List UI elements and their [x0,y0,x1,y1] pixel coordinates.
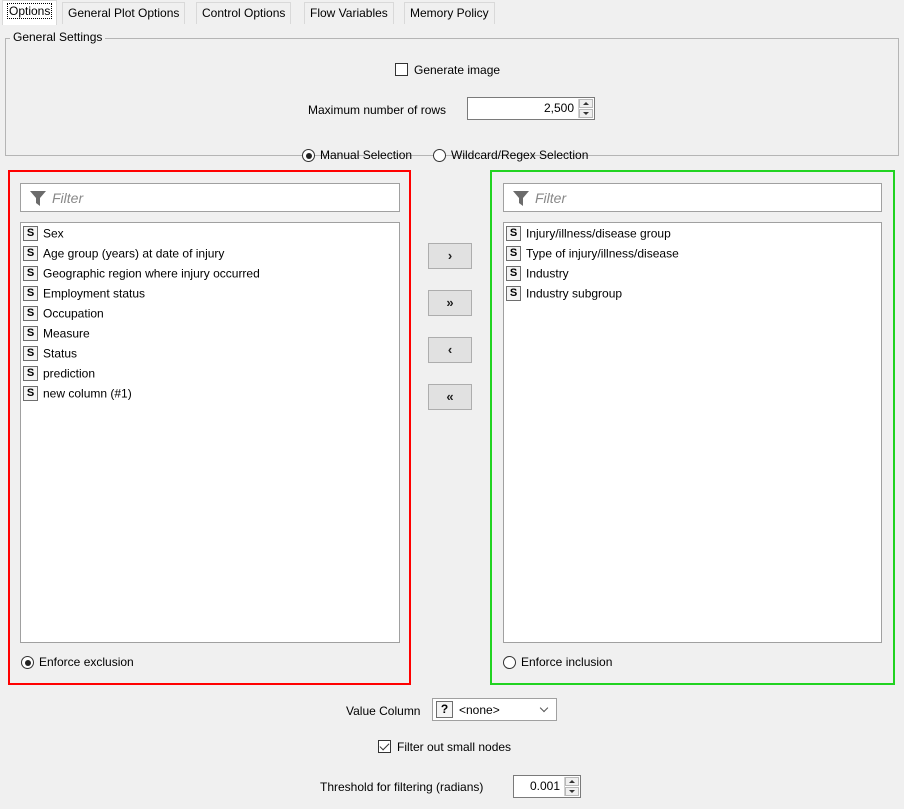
caret-down-icon[interactable] [579,109,593,118]
column-name: Age group (years) at date of injury [43,246,225,261]
tab-general-plot-options[interactable]: General Plot Options [62,2,186,24]
list-item[interactable]: S Industry [506,264,569,283]
column-name: prediction [43,366,96,381]
tab-memory-policy[interactable]: Memory Policy [404,2,495,24]
value-column-label: Value Column [346,704,421,718]
include-column-list[interactable]: S Injury/illness/disease group S Type of in… [503,222,882,643]
filter-small-nodes-label: Filter out small nodes [397,740,512,754]
caret-up-icon[interactable] [579,99,593,108]
string-type-icon: S [506,266,521,282]
include-filter-input[interactable]: Filter [503,183,882,212]
column-name: Geographic region where injury occurred [43,266,260,281]
string-type-icon: S [23,226,38,242]
list-item[interactable]: S Type of injury/illness/disease [506,244,679,263]
filter-small-nodes-checkbox[interactable] [378,740,391,753]
value-column-selected: <none> [459,703,500,717]
list-item[interactable]: S Employment status [23,284,145,303]
threshold-label: Threshold for filtering (radians) [320,780,484,794]
max-rows-spinner[interactable]: 2,500 [467,97,595,120]
wildcard-selection-radio[interactable] [433,149,446,162]
options-panel: General Settings Generate image Maximum … [0,24,904,809]
string-type-icon: S [23,306,38,322]
generate-image-checkbox[interactable] [395,63,408,76]
column-name: Status [43,346,78,361]
tab-bar: Options General Plot Options Control Opt… [0,0,904,25]
manual-selection-label: Manual Selection [320,148,413,162]
caret-up-icon[interactable] [565,777,579,786]
string-type-icon: S [23,286,38,302]
list-item[interactable]: Sprediction [23,364,95,383]
add-all-button[interactable]: » [428,290,472,316]
column-name: new column (#1) [43,386,132,401]
include-filter-placeholder: Filter [535,190,567,206]
wildcard-selection-label: Wildcard/Regex Selection [451,148,589,162]
string-type-icon: S [23,266,38,282]
manual-selection-radio[interactable] [302,149,315,162]
filter-funnel-icon [513,191,529,206]
exclude-filter-placeholder: Filter [52,190,84,206]
add-button[interactable]: › [428,243,472,269]
column-name: Industry subgroup [526,286,623,301]
column-name: Injury/illness/disease group [526,226,671,241]
remove-all-button[interactable]: « [428,384,472,410]
column-name: Measure [43,326,90,341]
string-type-icon: S [506,286,521,302]
list-item[interactable]: Snew column (#1) [23,384,132,403]
tab-flow-variables[interactable]: Flow Variables [304,2,394,24]
max-rows-label: Maximum number of rows [308,103,447,117]
string-type-icon: S [23,326,38,342]
string-type-icon: S [23,246,38,262]
general-settings-title: General Settings [10,30,106,44]
filter-funnel-icon [30,191,46,206]
tab-control-options[interactable]: Control Options [196,2,292,24]
string-type-icon: S [23,346,38,362]
string-type-icon: S [23,366,38,382]
max-rows-spinner-arrows [578,99,593,118]
string-type-icon: S [506,226,521,242]
list-item[interactable]: S Sex [23,224,64,243]
column-name: Employment status [43,286,146,301]
list-item[interactable]: S Injury/illness/disease group [506,224,671,243]
column-name: Industry [526,266,569,281]
exclude-column-list[interactable]: S Sex S Age group (years) at date of injury… [20,222,400,643]
threshold-spinner-arrows [564,777,579,796]
string-type-icon: S [23,386,38,402]
column-name: Occupation [43,306,104,321]
list-item[interactable]: S Measure [23,324,90,343]
value-column-select[interactable]: ? <none> [432,698,557,721]
enforce-exclusion-radio[interactable] [21,656,34,669]
exclude-filter-input[interactable]: Filter [20,183,400,212]
tab-options[interactable]: Options [2,0,58,25]
chevron-down-icon [539,703,549,713]
list-item[interactable]: S Age group (years) at date of injury [23,244,224,263]
column-name: Type of injury/illness/disease [526,246,679,261]
enforce-inclusion-label: Enforce inclusion [521,655,613,669]
list-item[interactable]: S Geographic region where injury occurred [23,264,260,283]
caret-down-icon[interactable] [565,787,579,796]
generate-image-label: Generate image [414,63,501,77]
enforce-inclusion-radio[interactable] [503,656,516,669]
max-rows-value: 2,500 [543,101,574,115]
column-name: Sex [43,226,64,241]
list-item[interactable]: S Industry subgroup [506,284,622,303]
list-item[interactable]: S Occupation [23,304,104,323]
remove-button[interactable]: ‹ [428,337,472,363]
list-item[interactable]: S Status [23,344,77,363]
unknown-type-icon: ? [436,701,453,718]
string-type-icon: S [506,246,521,262]
threshold-value: 0.001 [529,779,560,793]
threshold-spinner[interactable]: 0.001 [513,775,581,798]
enforce-exclusion-label: Enforce exclusion [39,655,134,669]
general-settings-group [5,38,899,156]
